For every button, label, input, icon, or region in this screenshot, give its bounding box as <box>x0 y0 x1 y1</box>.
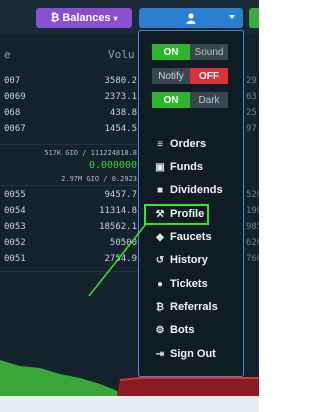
bitcoin-icon: ₿ <box>155 301 165 313</box>
top-nav: ₿ Balances ▾ <box>0 0 259 34</box>
cell-extra: 97 <box>246 124 257 134</box>
menu-item-dividends[interactable]: ■ Dividends <box>153 181 223 199</box>
cell-volume: 2373.1 <box>104 92 137 102</box>
menu-item-label: Sign Out <box>170 348 216 360</box>
cell-price: 0069 <box>4 92 26 102</box>
chevron-down-icon <box>229 15 235 19</box>
diamond-icon: ◆ <box>156 231 164 243</box>
menu-item-orders[interactable]: ≡ Orders <box>153 135 206 153</box>
notify-toggle[interactable]: Notify OFF <box>152 68 228 84</box>
notify-label: Notify <box>152 68 190 84</box>
cell-extra: 63 <box>246 92 257 102</box>
user-menu-button[interactable] <box>139 8 243 28</box>
cell-extra: 29 <box>246 76 257 86</box>
last-price: 0.000000 <box>88 160 137 171</box>
cell-extra: 985 <box>246 222 259 232</box>
history-icon: ↺ <box>155 254 165 266</box>
cell-price: 0067 <box>4 124 26 134</box>
cogs-icon: ⚙ <box>155 324 165 336</box>
divider <box>0 271 138 272</box>
dark-label: Dark <box>190 92 228 108</box>
app-window: ₿ Balances ▾ e Volu 007 3580.2 29 0069 2… <box>0 0 259 412</box>
menu-item-label: Bots <box>170 324 195 336</box>
summary-sell: 517K GIO / 111224818.8 <box>44 149 137 157</box>
divider <box>0 144 138 145</box>
cell-volume: 3580.2 <box>104 76 137 86</box>
dark-toggle[interactable]: ON Dark <box>152 92 228 108</box>
menu-item-referrals[interactable]: ₿ Referrals <box>153 298 218 316</box>
bitcoin-icon: ₿ <box>50 12 60 24</box>
column-header-volume: Volu <box>108 48 135 61</box>
menu-item-funds[interactable]: ▣ Funds <box>153 158 203 176</box>
summary-buy: 2.97M GIO / 0.2923 <box>61 175 137 183</box>
menu-item-faucets[interactable]: ◆ Faucets <box>153 228 212 246</box>
cell-price: 0052 <box>4 238 26 248</box>
divider <box>0 185 138 186</box>
profile-highlight-box <box>144 204 209 225</box>
cell-volume: 11314.8 <box>99 206 137 216</box>
cell-price: 0055 <box>4 190 26 200</box>
menu-item-tickets[interactable]: ● Tickets <box>153 275 208 293</box>
sliders-icon: ≡ <box>157 138 163 150</box>
notify-off-state: OFF <box>190 68 228 84</box>
menu-item-label: Tickets <box>170 278 208 290</box>
cell-volume: 18562.1 <box>99 222 137 232</box>
balances-label: Balances <box>62 12 111 24</box>
cell-volume: 1454.5 <box>104 124 137 134</box>
menu-item-history[interactable]: ↺ History <box>153 251 208 269</box>
column-header-price: e <box>4 48 11 61</box>
menu-item-sign-out[interactable]: ⇥ Sign Out <box>153 345 216 363</box>
menu-item-label: Funds <box>170 161 203 173</box>
sound-on-state: ON <box>152 44 190 60</box>
cell-extra: 760 <box>246 254 259 264</box>
briefcase-icon: ■ <box>156 184 164 196</box>
balances-button[interactable]: ₿ Balances ▾ <box>36 8 132 28</box>
funds-icon: ▣ <box>155 161 165 173</box>
menu-item-label: Faucets <box>170 231 212 243</box>
sound-label: Sound <box>190 44 228 60</box>
comments-icon: ● <box>156 278 164 290</box>
sign-out-icon: ⇥ <box>155 348 165 360</box>
cell-volume: 2754.9 <box>104 254 137 264</box>
cell-extra: 520 <box>246 190 259 200</box>
menu-item-label: Orders <box>170 138 207 150</box>
nav-button-partial[interactable] <box>249 8 259 28</box>
chevron-down-icon: ▾ <box>113 13 118 23</box>
cell-price: 0054 <box>4 206 26 216</box>
user-icon <box>186 12 196 24</box>
cell-volume: 9457.7 <box>104 190 137 200</box>
cell-price: 0053 <box>4 222 26 232</box>
menu-item-label: History <box>170 254 208 266</box>
sound-toggle[interactable]: ON Sound <box>152 44 228 60</box>
cell-extra: 190 <box>246 206 259 216</box>
cell-price: 0051 <box>4 254 26 264</box>
cell-extra: 626 <box>246 238 259 248</box>
dark-on-state: ON <box>152 92 190 108</box>
menu-item-bots[interactable]: ⚙ Bots <box>153 321 195 339</box>
cell-extra: 25 <box>246 108 257 118</box>
cell-price: 068 <box>4 108 21 118</box>
cell-volume: 50500 <box>109 238 137 248</box>
cell-volume: 438.8 <box>109 108 137 118</box>
menu-item-label: Referrals <box>170 301 218 313</box>
menu-item-label: Dividends <box>170 184 223 196</box>
cell-price: 007 <box>4 76 21 86</box>
status-bar <box>0 396 259 412</box>
